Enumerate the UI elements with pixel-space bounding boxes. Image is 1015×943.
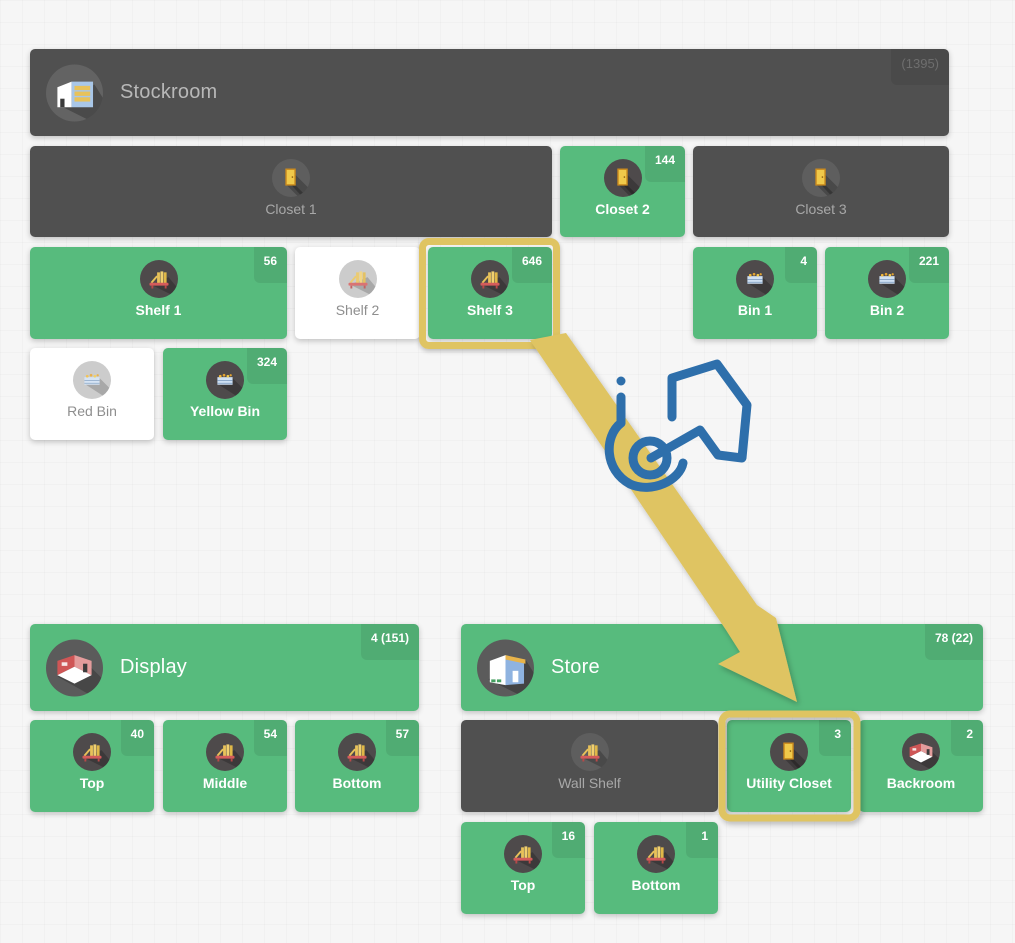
bin-icon — [868, 260, 906, 298]
shelf-1-label: Shelf 1 — [135, 302, 182, 318]
display-count-badge: 4 (151) — [360, 624, 419, 660]
shelf-icon — [338, 733, 376, 771]
stockroom-label: Stockroom — [120, 80, 218, 103]
store-top-count-badge: 16 — [551, 822, 585, 858]
yellow-bin-label: Yellow Bin — [189, 403, 260, 419]
bin-2-count-badge: 221 — [908, 247, 949, 283]
shelf-2-tile[interactable]: Shelf 2 — [295, 247, 420, 339]
utility-closet-count-badge: 3 — [819, 720, 851, 756]
store-bottom-count-badge: 1 — [686, 822, 718, 858]
bin-1-label: Bin 1 — [737, 302, 773, 318]
closet-3-tile[interactable]: Closet 3 — [693, 146, 949, 237]
room-icon — [46, 639, 103, 696]
store-icon — [477, 639, 534, 696]
display-middle-count-badge: 54 — [253, 720, 287, 756]
yellow-bin-tile[interactable]: Yellow Bin 324 — [163, 348, 287, 440]
display-tile[interactable]: Display 4 (151) — [30, 624, 419, 711]
display-middle-label: Middle — [202, 775, 248, 791]
closet-2-tile[interactable]: Closet 2 144 — [560, 146, 685, 237]
bin-icon — [736, 260, 774, 298]
red-bin-label: Red Bin — [67, 403, 117, 419]
store-tile[interactable]: Store 78 (22) — [461, 624, 983, 711]
store-bottom-label: Bottom — [631, 877, 681, 893]
wall-shelf-label: Wall Shelf — [558, 775, 621, 791]
shelf-3-tile[interactable]: Shelf 3 646 — [428, 247, 552, 339]
warehouse-icon — [46, 64, 103, 121]
display-bottom-tile[interactable]: Bottom 57 — [295, 720, 419, 812]
drag-hand-cursor-icon — [604, 359, 752, 492]
stockroom-count-badge: (1395) — [891, 49, 949, 85]
closet-2-count-badge: 144 — [644, 146, 685, 182]
bin-1-count-badge: 4 — [785, 247, 817, 283]
store-count-badge: 78 (22) — [924, 624, 983, 660]
display-top-label: Top — [79, 775, 105, 791]
store-label: Store — [551, 655, 600, 678]
display-top-tile[interactable]: Top 40 — [30, 720, 154, 812]
display-bottom-count-badge: 57 — [385, 720, 419, 756]
backroom-tile[interactable]: Backroom 2 — [859, 720, 983, 812]
closet-3-label: Closet 3 — [795, 201, 847, 217]
store-top-label: Top — [510, 877, 536, 893]
shelf-icon — [139, 260, 178, 298]
bin-2-label: Bin 2 — [869, 302, 905, 318]
utility-closet-label: Utility Closet — [746, 775, 832, 791]
closet-2-label: Closet 2 — [595, 201, 650, 217]
room-icon — [902, 733, 940, 771]
bin-icon — [73, 361, 111, 399]
closet-1-tile[interactable]: Closet 1 — [30, 146, 552, 237]
shelf-2-label: Shelf 2 — [335, 302, 380, 318]
store-bottom-tile[interactable]: Bottom 1 — [594, 822, 718, 914]
backroom-count-badge: 2 — [951, 720, 983, 756]
door-icon — [603, 159, 642, 197]
shelf-icon — [471, 260, 509, 298]
utility-closet-tile[interactable]: Utility Closet 3 — [727, 720, 851, 812]
backroom-label: Backroom — [886, 775, 956, 791]
bin-1-tile[interactable]: Bin 1 4 — [693, 247, 817, 339]
display-label: Display — [120, 655, 187, 678]
shelf-3-label: Shelf 3 — [467, 302, 513, 318]
shelf-icon — [338, 260, 377, 298]
closet-1-label: Closet 1 — [265, 201, 317, 217]
shelf-1-tile[interactable]: Shelf 1 56 — [30, 247, 287, 339]
door-icon — [802, 159, 840, 197]
yellow-bin-count-badge: 324 — [246, 348, 287, 384]
shelf-icon — [73, 733, 111, 771]
bin-2-tile[interactable]: Bin 2 221 — [825, 247, 949, 339]
door-icon — [770, 733, 808, 771]
display-bottom-label: Bottom — [332, 775, 382, 791]
shelf-icon — [570, 733, 609, 771]
bin-icon — [206, 361, 244, 399]
shelf-icon — [504, 835, 542, 873]
shelf-1-count-badge: 56 — [253, 247, 287, 283]
shelf-icon — [206, 733, 244, 771]
wall-shelf-tile[interactable]: Wall Shelf — [461, 720, 718, 812]
stockroom-tile[interactable]: Stockroom (1395) — [30, 49, 949, 136]
door-icon — [272, 159, 310, 197]
shelf-3-count-badge: 646 — [511, 247, 552, 283]
shelf-icon — [637, 835, 675, 873]
display-middle-tile[interactable]: Middle 54 — [163, 720, 287, 812]
red-bin-tile[interactable]: Red Bin — [30, 348, 154, 440]
store-top-tile[interactable]: Top 16 — [461, 822, 585, 914]
display-top-count-badge: 40 — [120, 720, 154, 756]
